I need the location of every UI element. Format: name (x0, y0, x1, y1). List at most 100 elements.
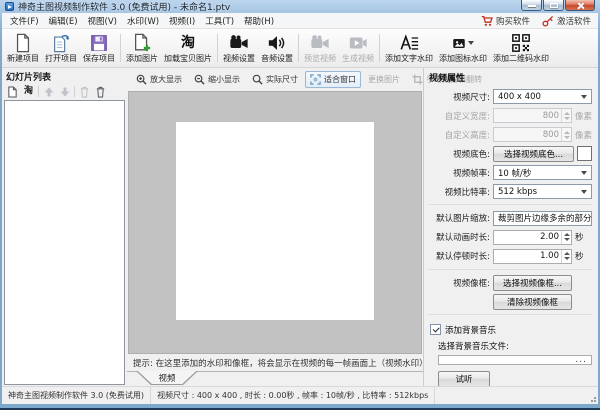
add-image-watermark-button[interactable]: 添加图标水印 (436, 30, 490, 66)
image-scale-select[interactable]: 裁剪图片边缘多余的部分 (493, 211, 592, 226)
statusbar-app-name: 神奇主图视频制作软件 3.0 (免费试用) (2, 387, 151, 404)
add-slide-button[interactable] (6, 85, 19, 98)
app-icon (5, 2, 14, 11)
new-project-label: 新建项目 (7, 54, 39, 63)
zoom-out-icon (194, 74, 205, 85)
custom-width-row: 自定义宽度: 800 像素 (428, 108, 592, 123)
custom-width-stepper: 800 (493, 108, 572, 123)
save-project-button[interactable]: 保存项目 (80, 30, 118, 66)
preview-canvas[interactable] (128, 91, 422, 354)
zoom-in-icon (136, 74, 147, 85)
fit-window-button[interactable]: 适合窗口 (305, 71, 361, 88)
menu-help[interactable]: 帮助(H) (239, 14, 279, 28)
video-properties-title: 视频属性 (428, 68, 592, 89)
toolbar-separator (217, 34, 218, 62)
pixels-unit-label: 像素 (575, 110, 592, 122)
listen-row: 试听 (438, 371, 592, 386)
menu-watermark[interactable]: 水印(W) (122, 14, 164, 28)
generate-video-label: 生成视频 (342, 54, 374, 63)
move-up-button (42, 85, 55, 98)
video-frame[interactable] (176, 122, 374, 320)
animation-duration-label: 默认动画时长: (428, 231, 490, 243)
seconds-unit-label: 秒 (575, 231, 592, 243)
custom-width-value: 800 (498, 111, 561, 121)
chevron-down-icon (581, 95, 587, 99)
custom-width-label: 自定义宽度: (428, 110, 490, 122)
custom-height-label: 自定义高度: (428, 129, 490, 141)
tab-video[interactable]: 视频 (136, 371, 198, 385)
save-project-icon (88, 33, 110, 53)
background-color-swatch[interactable] (577, 146, 592, 161)
menu-file[interactable]: 文件(F) (5, 14, 44, 28)
slide-list-panel: 幻灯片列表 淘 (2, 68, 127, 386)
activate-software-link[interactable]: 激活软件 (542, 15, 591, 27)
bitrate-select[interactable]: 512 kbps (493, 184, 592, 199)
listen-button[interactable]: 试听 (438, 371, 490, 387)
clear-video-frame-button[interactable]: 清除视频像框 (493, 294, 572, 310)
open-project-label: 打开项目 (45, 54, 77, 63)
select-background-color-button[interactable]: 选择视频底色... (493, 146, 574, 162)
zoom-out-button[interactable]: 缩小显示 (189, 71, 245, 88)
menu-edit[interactable]: 编辑(E) (44, 14, 83, 28)
menubar: 文件(F) 编辑(E) 视图(V) 水印(W) 视频(I) 工具(T) 帮助(H… (2, 13, 598, 29)
video-camera-icon (228, 33, 250, 53)
background-music-checkbox[interactable] (430, 324, 441, 335)
frame-rate-label: 视频帧率: (428, 167, 490, 179)
menu-tools[interactable]: 工具(T) (200, 14, 239, 28)
new-project-button[interactable]: 新建项目 (4, 30, 42, 66)
minimize-button[interactable] (521, 0, 542, 11)
zoom-in-button[interactable]: 放大显示 (131, 71, 187, 88)
video-settings-button[interactable]: 视频设置 (220, 30, 258, 66)
replace-image-label: 更换图片 (368, 74, 400, 85)
bitrate-row: 视频比特率: 512 kbps (428, 184, 592, 199)
toolbar-separator (379, 34, 380, 62)
frame-rate-row: 视频帧率: 10 帧/秒 (428, 165, 592, 180)
resize-grip-icon[interactable] (594, 400, 596, 402)
select-video-frame-button[interactable]: 选择视频像框... (493, 275, 572, 291)
tab-video-label: 视频 (136, 371, 198, 385)
close-button[interactable] (565, 0, 595, 11)
frame-rate-select[interactable]: 10 帧/秒 (493, 165, 592, 180)
video-size-value: 400 x 400 (498, 92, 541, 102)
fit-window-label: 适合窗口 (324, 74, 356, 85)
titlebar: 神奇主图视频制作软件 3.0 (免费试用) - 未命名1.ptv (0, 0, 600, 13)
actual-size-button[interactable]: 实际尺寸 (247, 71, 303, 88)
animation-duration-stepper[interactable]: 2.00 (493, 230, 572, 245)
chevron-down-icon (581, 190, 587, 194)
open-project-button[interactable]: 打开项目 (42, 30, 80, 66)
background-color-row: 视频底色: 选择视频底色... (428, 146, 592, 161)
add-taobao-slide-button[interactable]: 淘 (22, 85, 35, 98)
step-down-icon (564, 117, 570, 120)
add-qrcode-watermark-button[interactable]: 添加二维码水印 (490, 30, 552, 66)
menu-video[interactable]: 视频(I) (164, 14, 200, 28)
delete-all-slides-button[interactable] (94, 85, 107, 98)
stepper-arrows[interactable] (561, 231, 571, 244)
stepper-arrows[interactable] (561, 250, 571, 263)
add-text-watermark-label: 添加文字水印 (385, 54, 433, 63)
video-settings-label: 视频设置 (223, 54, 255, 63)
add-text-watermark-button[interactable]: 添加文字水印 (382, 30, 436, 66)
close-icon (577, 2, 584, 9)
slide-list[interactable] (4, 100, 125, 385)
clear-video-frame-row: 清除视频像框 (428, 294, 592, 309)
pause-duration-stepper[interactable]: 1.00 (493, 249, 572, 264)
main-toolbar: 新建项目 打开项目 保存项目 添加图片 淘 加载宝贝图片 视频设 (2, 29, 598, 68)
add-image-button[interactable]: 添加图片 (123, 30, 161, 66)
step-down-icon (564, 238, 570, 241)
video-size-select[interactable]: 400 x 400 (493, 89, 592, 104)
load-taobao-image-button[interactable]: 淘 加载宝贝图片 (161, 30, 215, 66)
toolbar-separator (298, 34, 299, 62)
step-down-icon (564, 136, 570, 139)
menu-view[interactable]: 视图(V) (83, 14, 122, 28)
maximize-button[interactable] (543, 0, 564, 11)
seconds-unit-label: 秒 (575, 250, 592, 262)
animation-duration-value: 2.00 (498, 232, 561, 242)
buy-software-link[interactable]: 购买软件 (481, 15, 530, 27)
video-size-row: 视频尺寸: 400 x 400 (428, 89, 592, 104)
browse-music-button[interactable]: ... (575, 356, 587, 364)
music-file-input[interactable]: ... (438, 355, 592, 365)
section-divider (428, 204, 592, 205)
background-color-label: 视频底色: (428, 148, 490, 160)
statusbar: 神奇主图视频制作软件 3.0 (免费试用) 视频尺寸 : 400 x 400 ,… (2, 386, 598, 404)
audio-settings-button[interactable]: 音频设置 (258, 30, 296, 66)
